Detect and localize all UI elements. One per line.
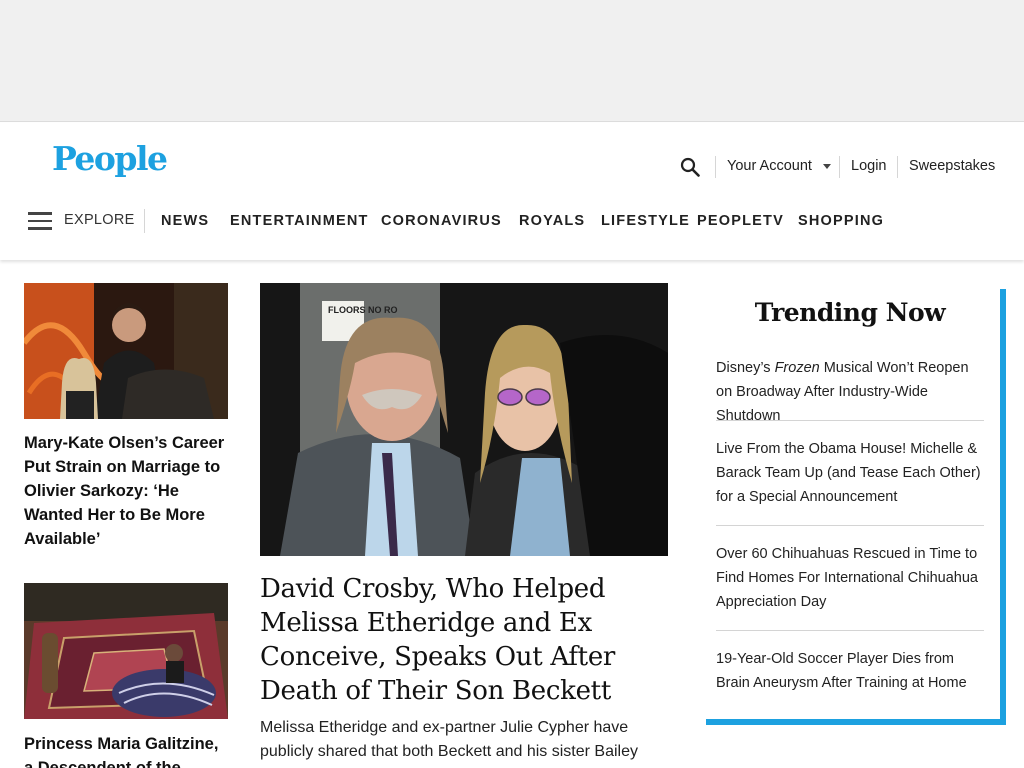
- nav-item-entertainment[interactable]: ENTERTAINMENT: [230, 213, 369, 229]
- sweepstakes-link[interactable]: Sweepstakes: [909, 154, 995, 178]
- feature-summary: Melissa Etheridge and ex-partner Julie C…: [260, 719, 638, 760]
- feature-image[interactable]: FLOORS NO RO: [260, 283, 668, 556]
- search-icon[interactable]: [680, 157, 700, 177]
- feature-title[interactable]: David Crosby, Who Helped Melissa Etherid…: [260, 572, 668, 708]
- article-title[interactable]: Mary-Kate Olsen’s Career Put Strain on M…: [24, 431, 230, 551]
- nav-item-coronavirus[interactable]: CORONAVIRUS: [381, 213, 502, 229]
- chevron-down-icon: [822, 163, 831, 169]
- nav-item-shopping[interactable]: SHOPPING: [798, 213, 884, 229]
- trending-item[interactable]: 19-Year-Old Soccer Player Dies from Brai…: [716, 647, 984, 695]
- login-link[interactable]: Login: [851, 154, 886, 178]
- trending-item[interactable]: Live From the Obama House! Michelle & Ba…: [716, 437, 984, 509]
- trending-now-heading: Trending Now: [754, 298, 946, 327]
- header-divider: [897, 156, 898, 178]
- header-divider: [839, 156, 840, 178]
- article-image-olsen[interactable]: [24, 283, 228, 419]
- ad-banner-area: [0, 0, 1024, 122]
- people-logo[interactable]: People: [52, 139, 168, 178]
- header-divider: [715, 156, 716, 178]
- your-account-label: Your Account: [727, 158, 812, 174]
- trending-divider: [716, 630, 984, 631]
- panel-accent: [1000, 289, 1006, 295]
- article-title[interactable]: Princess Maria Galitzine, a Descendent o…: [24, 732, 230, 768]
- article-image-galitzine[interactable]: [24, 583, 228, 719]
- nav-item-peopletv[interactable]: PEOPLETV: [697, 213, 784, 229]
- sign-text: FLOORS NO RO: [328, 305, 398, 315]
- trending-divider: [716, 525, 984, 526]
- site-header: People Your Account Login Sweepstakes EX…: [0, 123, 1024, 260]
- main-nav: EXPLORE NEWS ENTERTAINMENT CORONAVIRUS R…: [0, 209, 1024, 235]
- trending-item[interactable]: Disney’s Frozen Musical Won’t Reopen on …: [716, 356, 984, 428]
- your-account-dropdown[interactable]: Your Account: [727, 154, 831, 178]
- hamburger-menu-icon[interactable]: [28, 212, 52, 230]
- nav-item-royals[interactable]: ROYALS: [519, 213, 585, 229]
- explore-button[interactable]: EXPLORE: [64, 212, 135, 228]
- trending-item[interactable]: Over 60 Chihuahuas Rescued in Time to Fi…: [716, 542, 984, 614]
- nav-item-lifestyle[interactable]: LIFESTYLE: [601, 213, 690, 229]
- nav-item-news[interactable]: NEWS: [161, 213, 209, 229]
- trending-divider: [716, 420, 984, 421]
- nav-divider: [144, 209, 145, 233]
